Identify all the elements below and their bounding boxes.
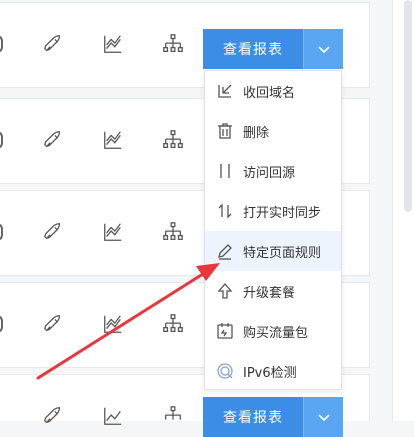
menu-item-reclaim-domain[interactable]: 收回域名 (205, 71, 341, 111)
menu-item-label: 特定页面规则 (243, 245, 322, 261)
menu-item-label: 访问回源 (243, 165, 296, 181)
report-split-button: 查看报表 (203, 29, 343, 69)
rocket-icon[interactable] (42, 33, 64, 55)
scrollbar-thumb[interactable] (404, 0, 412, 212)
traffic-pack-icon (215, 321, 235, 341)
trend-chart-icon[interactable] (102, 313, 124, 335)
trend-chart-icon[interactable] (102, 221, 124, 243)
menu-item-delete[interactable]: 删除 (205, 111, 341, 151)
rocket-icon[interactable] (42, 313, 64, 335)
row-edge-icon (0, 315, 3, 333)
menu-item-label: IPv6检测 (243, 365, 297, 381)
chevron-down-icon (317, 46, 330, 54)
more-actions-dropdown: 收回域名 删除 访问回源 打开实时同步 特定页面规则 升级套餐 购买流量包 IP… (204, 70, 342, 390)
row-edge-icon (0, 35, 3, 53)
hierarchy-icon[interactable] (162, 405, 184, 427)
menu-item-ipv6-check[interactable]: IPv6检测 (205, 351, 341, 391)
menu-item-label: 打开实时同步 (243, 205, 322, 221)
menu-item-page-rules[interactable]: 特定页面规则 (205, 231, 341, 271)
hierarchy-icon[interactable] (162, 33, 184, 55)
rocket-icon[interactable] (42, 221, 64, 243)
more-actions-toggle[interactable] (303, 397, 343, 437)
menu-item-origin-access[interactable]: 访问回源 (205, 151, 341, 191)
report-split-button: 查看报表 (203, 397, 343, 437)
menu-item-label: 购买流量包 (243, 325, 309, 341)
upgrade-arrow-icon (215, 281, 235, 301)
trash-icon (215, 121, 235, 141)
reclaim-icon (215, 81, 235, 101)
view-report-button[interactable]: 查看报表 (203, 397, 303, 437)
pencil-icon (215, 241, 235, 261)
menu-item-realtime-sync[interactable]: 打开实时同步 (205, 191, 341, 231)
menu-item-label: 收回域名 (243, 85, 296, 101)
hierarchy-icon[interactable] (162, 313, 184, 335)
trend-chart-icon[interactable] (102, 129, 124, 151)
menu-item-label: 升级套餐 (243, 285, 296, 301)
trend-chart-icon[interactable] (102, 33, 124, 55)
rocket-icon[interactable] (42, 405, 64, 427)
menu-item-buy-traffic-pack[interactable]: 购买流量包 (205, 311, 341, 351)
view-report-button[interactable]: 查看报表 (203, 29, 303, 69)
menu-item-upgrade-plan[interactable]: 升级套餐 (205, 271, 341, 311)
row-edge-icon (0, 131, 3, 149)
menu-item-label: 删除 (243, 125, 270, 141)
sync-icon (215, 201, 235, 221)
more-actions-toggle[interactable] (303, 29, 343, 69)
trend-chart-icon[interactable] (102, 405, 124, 427)
hierarchy-icon[interactable] (162, 221, 184, 243)
hierarchy-icon[interactable] (162, 129, 184, 151)
rocket-icon[interactable] (42, 129, 64, 151)
origin-icon (215, 161, 235, 181)
row-edge-icon (0, 223, 3, 241)
ipv6-check-icon (215, 361, 235, 381)
